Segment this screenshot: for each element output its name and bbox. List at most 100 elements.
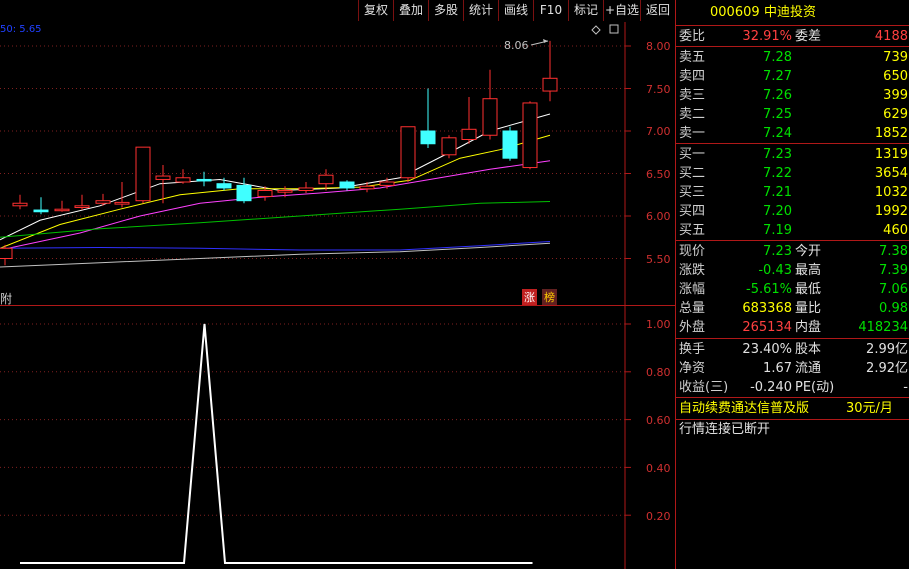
- buy-price: 7.19: [763, 223, 792, 238]
- sell-row: 卖一 7.24 1852: [676, 124, 909, 143]
- fuquan-button[interactable]: 复权: [358, 0, 393, 21]
- moving-average-line: [0, 241, 551, 251]
- ind-y-tick-label: 1.00: [646, 318, 671, 331]
- candle-body: [379, 181, 395, 186]
- stock-header: 000609 中迪投资: [676, 3, 909, 22]
- fin-value: 2.99亿: [866, 342, 908, 357]
- sell-price: 7.26: [763, 88, 792, 103]
- fin-label: 换手: [679, 342, 706, 357]
- quote-row: 总量 683368 量比 0.98: [676, 299, 909, 318]
- candle-body: [441, 137, 457, 156]
- candle-body: [0, 247, 13, 260]
- zhang-badge[interactable]: 涨: [522, 289, 537, 305]
- price-chart[interactable]: 50: 5.65 8.06 8.00 7.50 7.00 6.50 6.00 5…: [0, 22, 675, 306]
- candle-body: [236, 184, 252, 202]
- add-watchlist-button[interactable]: +自选: [603, 0, 640, 21]
- candle-body: [482, 98, 498, 136]
- candle-body: [54, 208, 70, 212]
- candle-body: [216, 183, 232, 189]
- quote-value: 7.06: [879, 282, 908, 297]
- sell-volume: 650: [883, 69, 908, 84]
- mark-button[interactable]: 标记: [568, 0, 603, 21]
- fin-label: 收益(三): [679, 380, 729, 395]
- sell-row: 卖四 7.27 650: [676, 67, 909, 86]
- ma50-label: 50: 5.65: [0, 24, 42, 35]
- sell-label: 卖四: [679, 69, 706, 84]
- maximize-icon[interactable]: [609, 24, 619, 34]
- candle-body: [318, 174, 334, 185]
- y-tick-label: 6.00: [646, 210, 671, 223]
- candle-body: [175, 177, 191, 183]
- buy-volume: 1319: [874, 147, 908, 162]
- buy-row: 买五 7.19 460: [676, 221, 909, 240]
- buy-price: 7.23: [763, 147, 792, 162]
- quote-label: 涨跌: [679, 263, 706, 278]
- draw-line-button[interactable]: 画线: [498, 0, 533, 21]
- sell-price: 7.28: [763, 50, 792, 65]
- sell-price: 7.25: [763, 107, 792, 122]
- candle-body: [400, 126, 416, 179]
- overlay-button[interactable]: 叠加: [393, 0, 428, 21]
- candle-body: [196, 178, 212, 182]
- buy-price: 7.20: [763, 204, 792, 219]
- quote-label: 今开: [795, 244, 822, 259]
- sell-volume: 739: [883, 50, 908, 65]
- indicator-svg: [0, 306, 631, 569]
- buy-price: 7.22: [763, 166, 792, 181]
- sell-row: 卖三 7.26 399: [676, 86, 909, 105]
- candle-body: [359, 185, 375, 190]
- candle-body: [114, 201, 130, 205]
- ind-y-tick-label: 0.80: [646, 366, 671, 379]
- sell-volume: 629: [883, 107, 908, 122]
- sell-label: 卖三: [679, 88, 706, 103]
- weicha-label: 委差: [795, 29, 822, 44]
- statistics-button[interactable]: 统计: [463, 0, 498, 21]
- promo-price[interactable]: 30元/月: [846, 399, 893, 418]
- fin-label: 流通: [795, 361, 822, 376]
- weibi-row: 委比 32.91% 委差 4188: [676, 27, 909, 46]
- back-button[interactable]: 返回: [640, 0, 675, 21]
- quote-value: -0.43: [758, 263, 792, 278]
- fin-value: -: [903, 380, 908, 395]
- buy-label: 买一: [679, 147, 706, 162]
- buy-volume: 3654: [874, 166, 908, 181]
- candle-body: [461, 128, 477, 141]
- indicator-series-line: [20, 323, 533, 564]
- weicha-value: 4188: [874, 29, 908, 44]
- promo-row[interactable]: 自动续费通达信普及版 30元/月: [676, 399, 909, 418]
- quote-value: -5.61%: [746, 282, 792, 297]
- quote-label: 总量: [679, 301, 706, 316]
- ind-y-tick-label: 0.40: [646, 462, 671, 475]
- candlestick-chart[interactable]: [0, 22, 675, 305]
- bang-badge[interactable]: 榜: [542, 289, 557, 305]
- quote-label: 涨幅: [679, 282, 706, 297]
- quote-value: 265134: [742, 320, 792, 335]
- candle-body: [135, 146, 151, 202]
- fin-value: -0.240: [750, 380, 792, 395]
- stock-name: 中迪投资: [764, 5, 817, 20]
- candle-body: [155, 175, 171, 180]
- weibi-label: 委比: [679, 29, 706, 44]
- moving-average-line: [0, 134, 551, 249]
- buy-volume: 1992: [874, 204, 908, 219]
- buy-price: 7.21: [763, 185, 792, 200]
- stock-code: 000609: [710, 5, 760, 20]
- quote-row: 现价 7.23 今开 7.38: [676, 242, 909, 261]
- diamond-icon[interactable]: [591, 25, 601, 35]
- quote-value: 683368: [742, 301, 792, 316]
- fin-value: 2.92亿: [866, 361, 908, 376]
- f10-button[interactable]: F10: [533, 0, 568, 21]
- ind-y-tick-label: 0.20: [646, 510, 671, 523]
- y-tick-label: 8.00: [646, 40, 671, 53]
- sell-label: 卖二: [679, 107, 706, 122]
- indicator-chart[interactable]: 1.00 0.80 0.60 0.40 0.20: [0, 306, 675, 569]
- candle-body: [95, 200, 111, 204]
- quote-label: 量比: [795, 301, 822, 316]
- sell-volume: 1852: [874, 126, 908, 141]
- y-tick-label: 7.00: [646, 125, 671, 138]
- multi-stock-button[interactable]: 多股: [428, 0, 463, 21]
- promo-text[interactable]: 自动续费通达信普及版: [679, 399, 809, 418]
- quote-value: 7.23: [763, 244, 792, 259]
- fin-label: 净资: [679, 361, 706, 376]
- candle-body: [74, 205, 90, 209]
